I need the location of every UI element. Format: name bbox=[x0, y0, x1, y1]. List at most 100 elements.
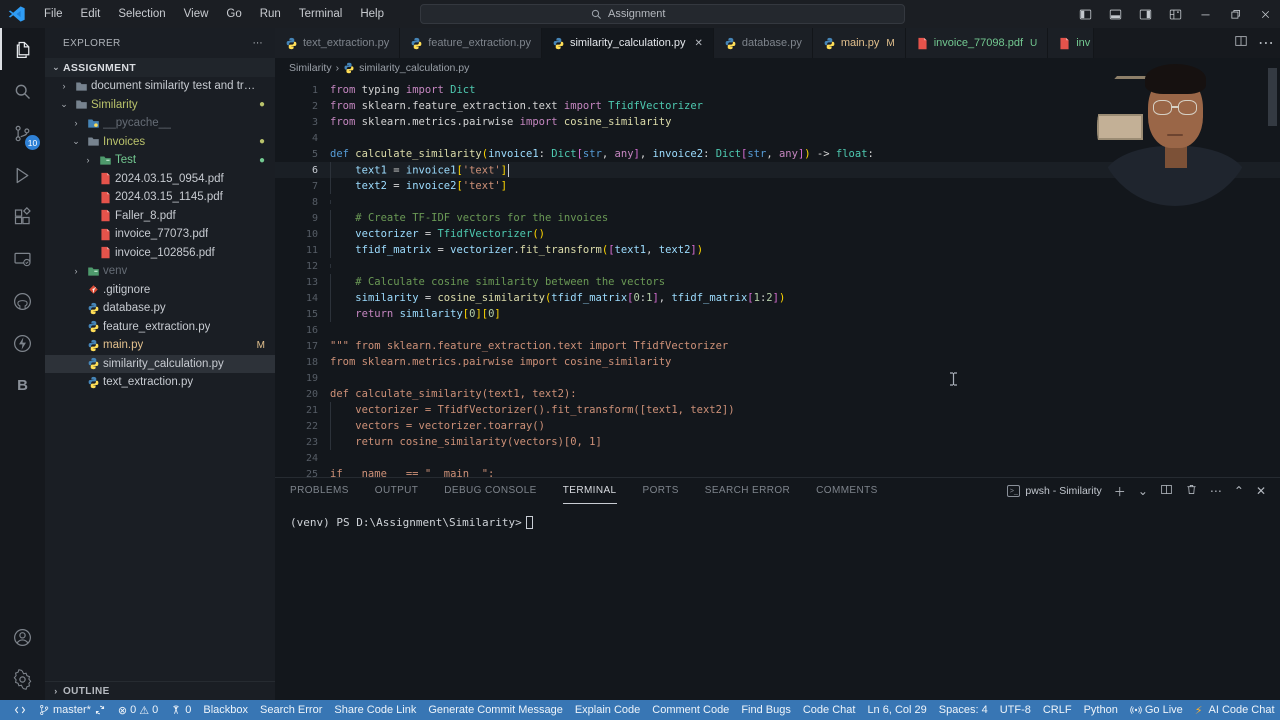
tree-item-2024-03-15-0954-pdf[interactable]: 2024.03.15_0954.pdf bbox=[45, 170, 275, 189]
activity-remote-explorer-icon[interactable] bbox=[0, 238, 45, 280]
panel-tab-problems[interactable]: PROBLEMS bbox=[290, 478, 349, 504]
status-eol[interactable]: CRLF bbox=[1037, 700, 1078, 720]
close-button[interactable] bbox=[1250, 0, 1280, 28]
status-blackbox[interactable]: Blackbox bbox=[197, 700, 254, 720]
tree-item--pycache-[interactable]: › __pycache__ bbox=[45, 114, 275, 133]
panel-tab-search-error[interactable]: SEARCH ERROR bbox=[705, 478, 790, 504]
panel-tab-ports[interactable]: PORTS bbox=[643, 478, 679, 504]
tree-item-text-extraction-py[interactable]: text_extraction.py bbox=[45, 373, 275, 392]
tab-database-py[interactable]: database.py bbox=[713, 28, 813, 58]
tree-item-invoices[interactable]: ⌄ Invoices ● bbox=[45, 133, 275, 152]
toggle-panel-button[interactable] bbox=[1100, 0, 1130, 28]
tab-main-py[interactable]: main.py M bbox=[812, 28, 906, 58]
status-git-branch[interactable]: master* bbox=[32, 700, 112, 720]
tree-item-database-py[interactable]: database.py bbox=[45, 299, 275, 318]
terminal-picker-dropdown-button[interactable]: ⌄ bbox=[1138, 484, 1148, 498]
new-terminal-button[interactable]: ＋ bbox=[1114, 483, 1126, 500]
status-ports-tower[interactable]: 0 bbox=[164, 700, 197, 720]
tab-similarity-calculation-py[interactable]: similarity_calculation.py ✕ bbox=[541, 28, 714, 58]
tree-item-invoice-102856-pdf[interactable]: invoice_102856.pdf bbox=[45, 244, 275, 263]
activity-account-icon[interactable] bbox=[0, 616, 45, 658]
status-explain-code[interactable]: Explain Code bbox=[569, 700, 646, 720]
menu-selection[interactable]: Selection bbox=[110, 5, 173, 23]
status-code-chat[interactable]: Code Chat bbox=[797, 700, 862, 720]
kill-terminal-button[interactable] bbox=[1185, 483, 1198, 499]
tree-item-invoice-77073-pdf[interactable]: invoice_77073.pdf bbox=[45, 225, 275, 244]
tree-item-similarity[interactable]: ⌄ Similarity ● bbox=[45, 96, 275, 115]
tree-item-feature-extraction-py[interactable]: feature_extraction.py bbox=[45, 318, 275, 337]
activity-source-control-icon[interactable]: 10 bbox=[0, 112, 45, 154]
outline-section[interactable]: › OUTLINE bbox=[45, 681, 275, 700]
activity-settings-icon[interactable] bbox=[0, 658, 45, 700]
tab-feature-extraction-py[interactable]: feature_extraction.py bbox=[400, 28, 542, 58]
tree-item-test[interactable]: › Test ● bbox=[45, 151, 275, 170]
activity-search-icon[interactable] bbox=[0, 70, 45, 112]
workspace-section-header[interactable]: ⌄ ASSIGNMENT bbox=[45, 58, 275, 77]
status-go-live[interactable]: Go Live bbox=[1124, 700, 1189, 720]
breadcrumb-folder[interactable]: Similarity bbox=[289, 62, 332, 74]
close-panel-button[interactable]: ✕ bbox=[1256, 484, 1266, 498]
menu-help[interactable]: Help bbox=[352, 5, 392, 23]
tab-text-extraction-py[interactable]: text_extraction.py bbox=[275, 28, 401, 58]
tree-item-main-py[interactable]: main.py M bbox=[45, 336, 275, 355]
menu-edit[interactable]: Edit bbox=[73, 5, 109, 23]
explorer-more-actions[interactable]: ⋯ bbox=[253, 38, 263, 49]
customize-layout-button[interactable] bbox=[1160, 0, 1190, 28]
maximize-panel-button[interactable]: ⌃ bbox=[1234, 484, 1244, 498]
status-indentation[interactable]: Spaces: 4 bbox=[933, 700, 994, 720]
glasses-bridge bbox=[1171, 106, 1179, 108]
panel-tab-debug-console[interactable]: DEBUG CONSOLE bbox=[444, 478, 536, 504]
panel-tab-terminal[interactable]: TERMINAL bbox=[562, 478, 617, 504]
activity-extensions-icon[interactable] bbox=[0, 196, 45, 238]
tree-item-document-similarity-test-and-train-files[interactable]: › document similarity test and train file… bbox=[45, 77, 275, 96]
activity-explorer-icon[interactable] bbox=[0, 28, 45, 70]
status-remote-indicator[interactable] bbox=[8, 700, 32, 720]
command-center-search[interactable]: Assignment bbox=[420, 4, 905, 24]
activity-run-debug-icon[interactable] bbox=[0, 154, 45, 196]
status-language-mode[interactable]: Python bbox=[1078, 700, 1124, 720]
tree-item-similarity-calculation-py[interactable]: similarity_calculation.py bbox=[45, 354, 275, 373]
minimize-button[interactable] bbox=[1190, 0, 1220, 28]
panel-tab-comments[interactable]: COMMENTS bbox=[816, 478, 878, 504]
tab-invoice-77098-pdf[interactable]: invoice_77098.pdf U bbox=[905, 28, 1049, 58]
tree-item-venv[interactable]: › venv bbox=[45, 262, 275, 281]
status-search-error[interactable]: Search Error bbox=[254, 700, 328, 720]
toggle-secondary-sidebar-button[interactable] bbox=[1130, 0, 1160, 28]
line-number: 5 bbox=[311, 148, 318, 160]
activity-thunder-client-icon[interactable] bbox=[0, 322, 45, 364]
menu-file[interactable]: File bbox=[36, 5, 71, 23]
activity-github-icon[interactable] bbox=[0, 280, 45, 322]
toggle-sidebar-button[interactable] bbox=[1070, 0, 1100, 28]
tree-item-faller-8-pdf[interactable]: Faller_8.pdf bbox=[45, 207, 275, 226]
status-ai-code-chat[interactable]: ⚡ AI Code Chat bbox=[1189, 700, 1280, 720]
status-problems[interactable]: ⊗ 0 ⚠ 0 bbox=[112, 700, 164, 720]
menu-go[interactable]: Go bbox=[218, 5, 249, 23]
status-comment-code[interactable]: Comment Code bbox=[646, 700, 735, 720]
close-icon[interactable]: ✕ bbox=[695, 38, 703, 49]
panel-tab-output[interactable]: OUTPUT bbox=[375, 478, 419, 504]
tab-git-badge: U bbox=[1030, 37, 1038, 49]
tree-item--gitignore[interactable]: .gitignore bbox=[45, 281, 275, 300]
status-share-code-link[interactable]: Share Code Link bbox=[328, 700, 422, 720]
menu-run[interactable]: Run bbox=[252, 5, 289, 23]
code-line-20: 20 def calculate_similarity(text1, text2)… bbox=[275, 386, 1280, 402]
status-encoding[interactable]: UTF-8 bbox=[994, 700, 1037, 720]
activity-blackbox-icon[interactable]: B bbox=[0, 364, 45, 406]
tree-item-2024-03-15-1145-pdf[interactable]: 2024.03.15_1145.pdf bbox=[45, 188, 275, 207]
status-bar-left: master* ⊗ 0 ⚠ 0 0 Blackbox Search Error Share Co… bbox=[8, 700, 861, 720]
terminal[interactable]: (venv) PS D:\Assignment\Similarity> bbox=[275, 504, 1280, 529]
menu-view[interactable]: View bbox=[176, 5, 217, 23]
editor-scrollbar[interactable] bbox=[1268, 68, 1277, 126]
more-actions[interactable]: ⋯ bbox=[1258, 33, 1274, 53]
split-terminal-button[interactable] bbox=[1160, 483, 1173, 499]
status-generate-commit-message[interactable]: Generate Commit Message bbox=[422, 700, 569, 720]
pdf-icon bbox=[99, 172, 112, 185]
status-cursor-position[interactable]: Ln 6, Col 29 bbox=[861, 700, 932, 720]
breadcrumb-file[interactable]: similarity_calculation.py bbox=[359, 62, 469, 74]
menu-terminal[interactable]: Terminal bbox=[291, 5, 350, 23]
status-find-bugs[interactable]: Find Bugs bbox=[735, 700, 797, 720]
more-actions-button[interactable]: ⋯ bbox=[1210, 484, 1222, 498]
tab-inv[interactable]: inv bbox=[1048, 28, 1095, 58]
maximize-button[interactable] bbox=[1220, 0, 1250, 28]
split-editor-icon[interactable] bbox=[1234, 34, 1248, 53]
